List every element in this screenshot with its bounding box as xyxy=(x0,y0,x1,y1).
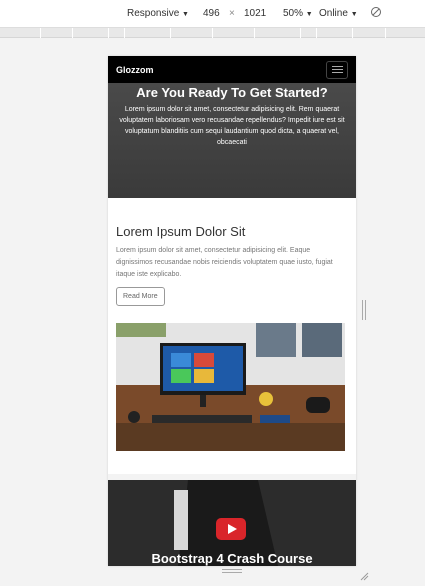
device-select[interactable]: Responsive ▼ xyxy=(127,8,189,19)
hero-text: Lorem ipsum dolor sit amet, consectetur … xyxy=(119,106,345,146)
resize-corner-handle[interactable] xyxy=(359,568,369,581)
play-button[interactable] xyxy=(216,518,246,545)
play-icon xyxy=(216,518,246,540)
network-label: Online xyxy=(319,8,348,19)
video-section: Bootstrap 4 Crash Course xyxy=(108,480,356,566)
chevron-down-icon: ▼ xyxy=(350,11,358,18)
zoom-select[interactable]: 50% ▼ xyxy=(283,8,313,19)
hero-section: Are You Ready To Get Started? Lorem ipsu… xyxy=(108,83,356,198)
article-text: Lorem ipsum dolor sit amet, consectetur … xyxy=(116,247,333,278)
navbar-toggler[interactable] xyxy=(326,60,348,79)
article-card: Lorem Ipsum Dolor Sit Lorem ipsum dolor … xyxy=(108,198,356,474)
device-label: Responsive xyxy=(127,8,180,19)
video-title: Bootstrap 4 Crash Course xyxy=(151,551,313,566)
rotate-icon xyxy=(371,7,381,17)
desk-photo xyxy=(116,323,345,451)
rotate-button[interactable] xyxy=(370,6,382,21)
width-input[interactable]: 496 xyxy=(203,8,220,19)
resize-handle-bottom[interactable] xyxy=(222,569,242,573)
resize-corner-icon xyxy=(360,572,369,581)
network-select[interactable]: Online ▼ xyxy=(319,8,358,19)
navbar-brand[interactable]: Glozzom xyxy=(116,65,154,75)
chevron-down-icon: ▼ xyxy=(305,11,313,18)
height-input[interactable]: 1021 xyxy=(244,8,266,19)
hamburger-icon xyxy=(331,66,343,67)
resize-handle-right[interactable] xyxy=(362,300,366,320)
article-title: Lorem Ipsum Dolor Sit xyxy=(116,224,246,239)
times-sign: × xyxy=(229,8,235,19)
navbar: Glozzom xyxy=(108,56,356,83)
devtools-toolbar: Responsive ▼ 496 × 1021 50% ▼ Online ▼ xyxy=(0,0,425,28)
device-viewport: Glozzom Are You Ready To Get Started? Lo… xyxy=(108,56,356,566)
media-query-ruler[interactable] xyxy=(0,28,425,38)
hero-title: Are You Ready To Get Started? xyxy=(136,85,328,100)
zoom-label: 50% xyxy=(283,8,304,19)
read-more-button[interactable]: Read More xyxy=(116,287,165,306)
chevron-down-icon: ▼ xyxy=(182,11,189,18)
